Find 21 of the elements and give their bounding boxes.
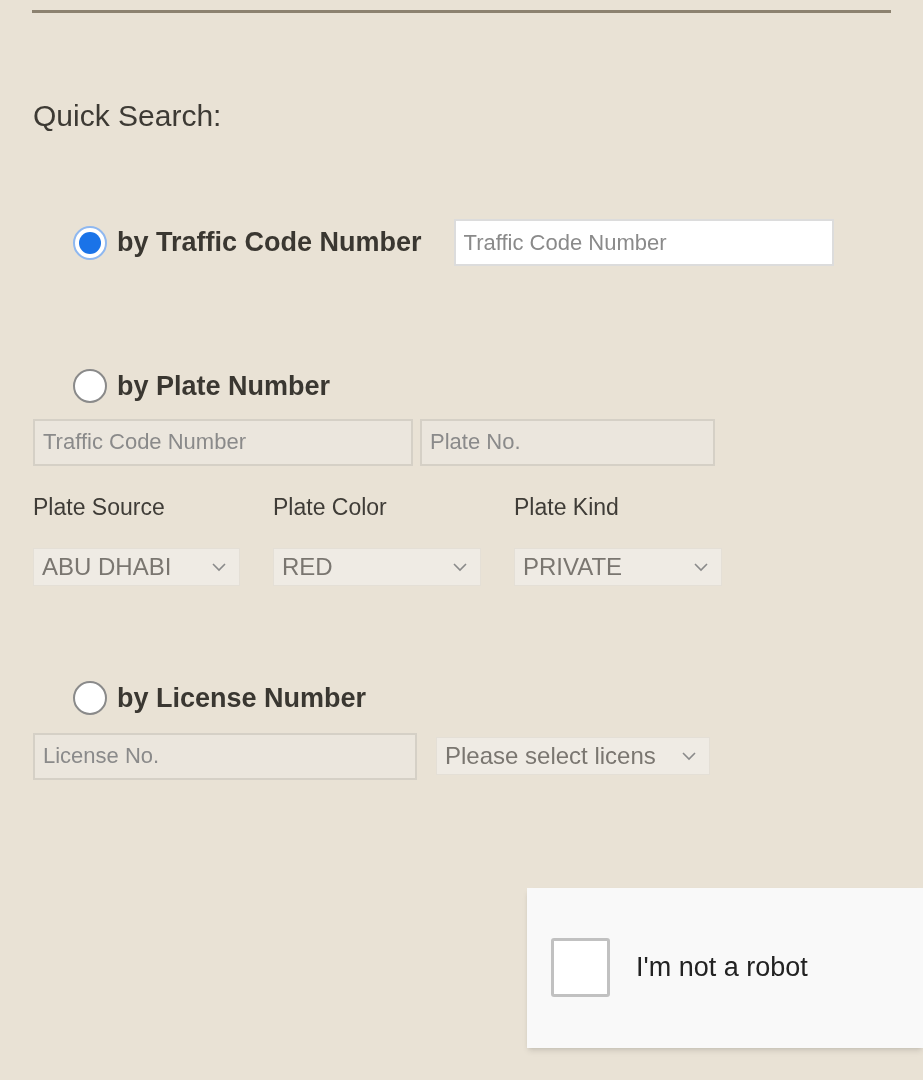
chevron-down-icon (693, 562, 709, 572)
dropdown[interactable]: Please select licens (436, 737, 710, 775)
input-field[interactable]: Traffic Code Number (453, 219, 834, 266)
dropdown[interactable]: ABU DHABI (33, 548, 240, 586)
radio-button[interactable] (73, 369, 107, 404)
section-title: Quick Search: (33, 101, 223, 131)
radio-button[interactable] (73, 225, 107, 260)
chevron-down-icon (681, 751, 697, 761)
select-label: Plate Source (33, 492, 166, 522)
chevron-down-icon (452, 562, 468, 572)
option-label: by License Number (117, 682, 367, 715)
captcha-label: I'm not a robot (636, 951, 808, 985)
dropdown[interactable]: PRIVATE (514, 548, 722, 586)
option-label: by Plate Number (117, 370, 331, 403)
checkbox[interactable] (551, 938, 610, 997)
dropdown[interactable]: RED (273, 548, 481, 586)
option-label: by Traffic Code Number (117, 226, 422, 260)
radio-button[interactable] (73, 681, 107, 716)
select-label: Plate Color (273, 492, 388, 522)
select-label: Plate Kind (514, 492, 620, 522)
chevron-down-icon (211, 562, 227, 572)
